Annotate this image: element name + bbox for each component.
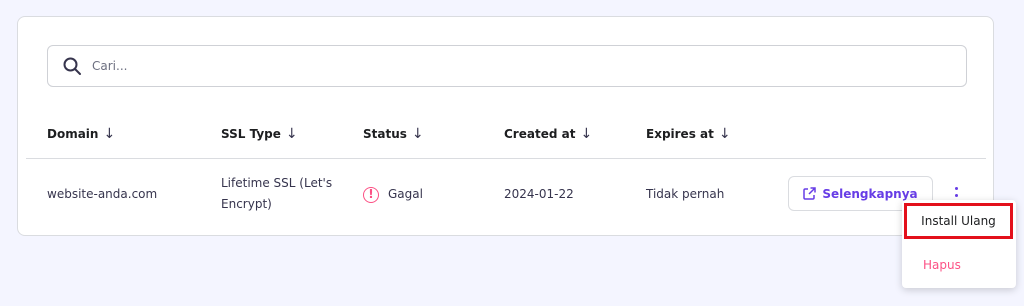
ssl-type-cell: Lifetime SSL (Let's Encrypt) bbox=[221, 176, 333, 211]
search-box[interactable] bbox=[47, 45, 967, 87]
status-label: Gagal bbox=[388, 187, 423, 201]
row-actions-menu: Install Ulang Hapus bbox=[902, 200, 1016, 288]
arrow-down-icon: ↓ bbox=[718, 126, 731, 142]
expires-at-cell: Tidak pernah bbox=[646, 187, 725, 201]
error-icon: ! bbox=[363, 186, 379, 203]
status-cell: ! Gagal bbox=[363, 184, 423, 205]
arrow-down-icon: ↓ bbox=[580, 126, 593, 142]
column-header-expires-at[interactable]: Expires at ↓ bbox=[646, 126, 731, 142]
arrow-down-icon: ↓ bbox=[411, 126, 424, 142]
external-link-icon bbox=[803, 187, 817, 200]
arrow-down-icon: ↓ bbox=[285, 126, 298, 142]
column-header-domain[interactable]: Domain ↓ bbox=[47, 126, 115, 142]
menu-item-reinstall[interactable]: Install Ulang bbox=[904, 203, 1013, 239]
menu-item-delete[interactable]: Hapus bbox=[923, 258, 961, 272]
search-icon bbox=[62, 56, 82, 76]
arrow-down-icon: ↓ bbox=[103, 126, 116, 142]
column-header-ssl-type[interactable]: SSL Type ↓ bbox=[221, 126, 298, 142]
ssl-card: Domain ↓ SSL Type ↓ Status ↓ Created at … bbox=[17, 16, 994, 236]
search-input[interactable] bbox=[90, 58, 874, 74]
table-divider bbox=[26, 158, 986, 159]
domain-cell: website-anda.com bbox=[47, 187, 158, 201]
created-at-cell: 2024-01-22 bbox=[504, 187, 574, 201]
column-header-created-at[interactable]: Created at ↓ bbox=[504, 126, 592, 142]
column-header-status[interactable]: Status ↓ bbox=[363, 126, 424, 142]
